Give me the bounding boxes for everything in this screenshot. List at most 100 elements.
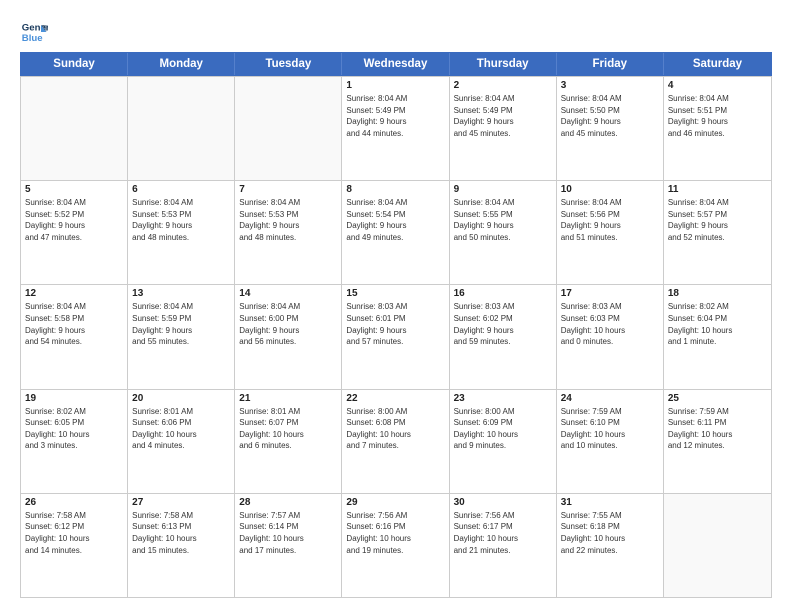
- day-number: 7: [239, 184, 337, 195]
- day-cell-4: 4 Sunrise: 8:04 AM Sunset: 5:51 PM Daylig…: [664, 77, 771, 180]
- day-cell-15: 15 Sunrise: 8:03 AM Sunset: 6:01 PM Dayli…: [342, 285, 449, 388]
- day-cell-2: 2 Sunrise: 8:04 AM Sunset: 5:49 PM Daylig…: [450, 77, 557, 180]
- day-cell-13: 13 Sunrise: 8:04 AM Sunset: 5:59 PM Dayli…: [128, 285, 235, 388]
- day-number: 12: [25, 288, 123, 299]
- day-info: Sunrise: 8:04 AM Sunset: 5:50 PM Dayligh…: [561, 93, 659, 139]
- day-cell-22: 22 Sunrise: 8:00 AM Sunset: 6:08 PM Dayli…: [342, 390, 449, 493]
- day-number: 18: [668, 288, 767, 299]
- day-info: Sunrise: 8:03 AM Sunset: 6:01 PM Dayligh…: [346, 301, 444, 347]
- day-number: 21: [239, 393, 337, 404]
- day-info: Sunrise: 7:56 AM Sunset: 6:16 PM Dayligh…: [346, 510, 444, 556]
- day-cell-12: 12Sunrise: 8:04 AM Sunset: 5:58 PM Dayli…: [21, 285, 128, 388]
- day-cell-18: 18 Sunrise: 8:02 AM Sunset: 6:04 PM Dayli…: [664, 285, 771, 388]
- logo: General Blue: [20, 18, 52, 46]
- logo-icon: General Blue: [20, 18, 48, 46]
- day-cell-10: 10 Sunrise: 8:04 AM Sunset: 5:56 PM Dayli…: [557, 181, 664, 284]
- day-cell-24: 24 Sunrise: 7:59 AM Sunset: 6:10 PM Dayli…: [557, 390, 664, 493]
- day-info: Sunrise: 8:02 AM Sunset: 6:05 PM Dayligh…: [25, 406, 123, 452]
- day-cell-26: 26 Sunrise: 7:58 AM Sunset: 6:12 PM Dayli…: [21, 494, 128, 597]
- day-info: Sunrise: 8:04 AM Sunset: 5:53 PM Dayligh…: [132, 197, 230, 243]
- empty-cell: [235, 77, 342, 180]
- day-cell-27: 27 Sunrise: 7:58 AM Sunset: 6:13 PM Dayli…: [128, 494, 235, 597]
- day-number: 19: [25, 393, 123, 404]
- day-number: 31: [561, 497, 659, 508]
- empty-cell: [128, 77, 235, 180]
- day-cell-20: 20 Sunrise: 8:01 AM Sunset: 6:06 PM Dayli…: [128, 390, 235, 493]
- day-info: Sunrise: 8:04 AM Sunset: 5:54 PM Dayligh…: [346, 197, 444, 243]
- day-cell-23: 23Sunrise: 8:00 AM Sunset: 6:09 PM Dayli…: [450, 390, 557, 493]
- day-info: Sunrise: 8:04 AM Sunset: 5:59 PM Dayligh…: [132, 301, 230, 347]
- day-info: Sunrise: 7:58 AM Sunset: 6:12 PM Dayligh…: [25, 510, 123, 556]
- day-number: 2: [454, 80, 552, 91]
- header-cell-thursday: Thursday: [450, 53, 557, 75]
- header-cell-wednesday: Wednesday: [342, 53, 449, 75]
- empty-cell: [21, 77, 128, 180]
- day-number: 29: [346, 497, 444, 508]
- header-cell-tuesday: Tuesday: [235, 53, 342, 75]
- day-info: Sunrise: 8:04 AM Sunset: 6:00 PM Dayligh…: [239, 301, 337, 347]
- day-info: Sunrise: 8:04 AM Sunset: 5:55 PM Dayligh…: [454, 197, 552, 243]
- svg-text:Blue: Blue: [22, 33, 43, 44]
- header-cell-saturday: Saturday: [664, 53, 771, 75]
- week-row-3: 19 Sunrise: 8:02 AM Sunset: 6:05 PM Dayli…: [21, 389, 771, 493]
- day-number: 23: [454, 393, 552, 404]
- day-cell-11: 11 Sunrise: 8:04 AM Sunset: 5:57 PM Dayli…: [664, 181, 771, 284]
- day-info: Sunrise: 7:55 AM Sunset: 6:18 PM Dayligh…: [561, 510, 659, 556]
- week-row-4: 26 Sunrise: 7:58 AM Sunset: 6:12 PM Dayli…: [21, 493, 771, 597]
- day-info: Sunrise: 8:03 AM Sunset: 6:02 PM Dayligh…: [454, 301, 552, 347]
- day-info: Sunrise: 8:01 AM Sunset: 6:07 PM Dayligh…: [239, 406, 337, 452]
- day-number: 5: [25, 184, 123, 195]
- day-number: 13: [132, 288, 230, 299]
- day-number: 16: [454, 288, 552, 299]
- week-row-0: 1Sunrise: 8:04 AM Sunset: 5:49 PM Daylig…: [21, 76, 771, 180]
- calendar-body: 1Sunrise: 8:04 AM Sunset: 5:49 PM Daylig…: [20, 76, 772, 598]
- week-row-2: 12Sunrise: 8:04 AM Sunset: 5:58 PM Dayli…: [21, 284, 771, 388]
- day-info: Sunrise: 8:04 AM Sunset: 5:52 PM Dayligh…: [25, 197, 123, 243]
- day-number: 6: [132, 184, 230, 195]
- day-cell-6: 6 Sunrise: 8:04 AM Sunset: 5:53 PM Daylig…: [128, 181, 235, 284]
- day-info: Sunrise: 7:57 AM Sunset: 6:14 PM Dayligh…: [239, 510, 337, 556]
- day-info: Sunrise: 8:04 AM Sunset: 5:56 PM Dayligh…: [561, 197, 659, 243]
- day-info: Sunrise: 7:59 AM Sunset: 6:10 PM Dayligh…: [561, 406, 659, 452]
- day-number: 17: [561, 288, 659, 299]
- day-info: Sunrise: 8:02 AM Sunset: 6:04 PM Dayligh…: [668, 301, 767, 347]
- header-cell-friday: Friday: [557, 53, 664, 75]
- week-row-1: 5 Sunrise: 8:04 AM Sunset: 5:52 PM Daylig…: [21, 180, 771, 284]
- day-cell-16: 16 Sunrise: 8:03 AM Sunset: 6:02 PM Dayli…: [450, 285, 557, 388]
- day-number: 15: [346, 288, 444, 299]
- day-cell-19: 19 Sunrise: 8:02 AM Sunset: 6:05 PM Dayli…: [21, 390, 128, 493]
- calendar-header: SundayMondayTuesdayWednesdayThursdayFrid…: [20, 52, 772, 76]
- day-cell-25: 25Sunrise: 7:59 AM Sunset: 6:11 PM Dayli…: [664, 390, 771, 493]
- day-cell-29: 29 Sunrise: 7:56 AM Sunset: 6:16 PM Dayli…: [342, 494, 449, 597]
- empty-cell: [664, 494, 771, 597]
- day-cell-17: 17Sunrise: 8:03 AM Sunset: 6:03 PM Dayli…: [557, 285, 664, 388]
- day-cell-9: 9 Sunrise: 8:04 AM Sunset: 5:55 PM Daylig…: [450, 181, 557, 284]
- day-number: 20: [132, 393, 230, 404]
- day-info: Sunrise: 7:58 AM Sunset: 6:13 PM Dayligh…: [132, 510, 230, 556]
- day-cell-7: 7Sunrise: 8:04 AM Sunset: 5:53 PM Daylig…: [235, 181, 342, 284]
- day-cell-3: 3 Sunrise: 8:04 AM Sunset: 5:50 PM Daylig…: [557, 77, 664, 180]
- day-info: Sunrise: 7:56 AM Sunset: 6:17 PM Dayligh…: [454, 510, 552, 556]
- day-info: Sunrise: 8:04 AM Sunset: 5:49 PM Dayligh…: [454, 93, 552, 139]
- day-info: Sunrise: 8:01 AM Sunset: 6:06 PM Dayligh…: [132, 406, 230, 452]
- day-number: 11: [668, 184, 767, 195]
- day-number: 26: [25, 497, 123, 508]
- calendar: SundayMondayTuesdayWednesdayThursdayFrid…: [20, 52, 772, 598]
- day-number: 28: [239, 497, 337, 508]
- day-number: 24: [561, 393, 659, 404]
- day-cell-5: 5 Sunrise: 8:04 AM Sunset: 5:52 PM Daylig…: [21, 181, 128, 284]
- header-cell-monday: Monday: [128, 53, 235, 75]
- day-cell-28: 28 Sunrise: 7:57 AM Sunset: 6:14 PM Dayli…: [235, 494, 342, 597]
- day-info: Sunrise: 8:00 AM Sunset: 6:08 PM Dayligh…: [346, 406, 444, 452]
- day-number: 27: [132, 497, 230, 508]
- day-number: 4: [668, 80, 767, 91]
- day-number: 3: [561, 80, 659, 91]
- day-cell-14: 14 Sunrise: 8:04 AM Sunset: 6:00 PM Dayli…: [235, 285, 342, 388]
- day-info: Sunrise: 8:04 AM Sunset: 5:51 PM Dayligh…: [668, 93, 767, 139]
- day-number: 14: [239, 288, 337, 299]
- day-number: 30: [454, 497, 552, 508]
- day-number: 22: [346, 393, 444, 404]
- day-info: Sunrise: 8:04 AM Sunset: 5:57 PM Dayligh…: [668, 197, 767, 243]
- day-number: 10: [561, 184, 659, 195]
- day-number: 9: [454, 184, 552, 195]
